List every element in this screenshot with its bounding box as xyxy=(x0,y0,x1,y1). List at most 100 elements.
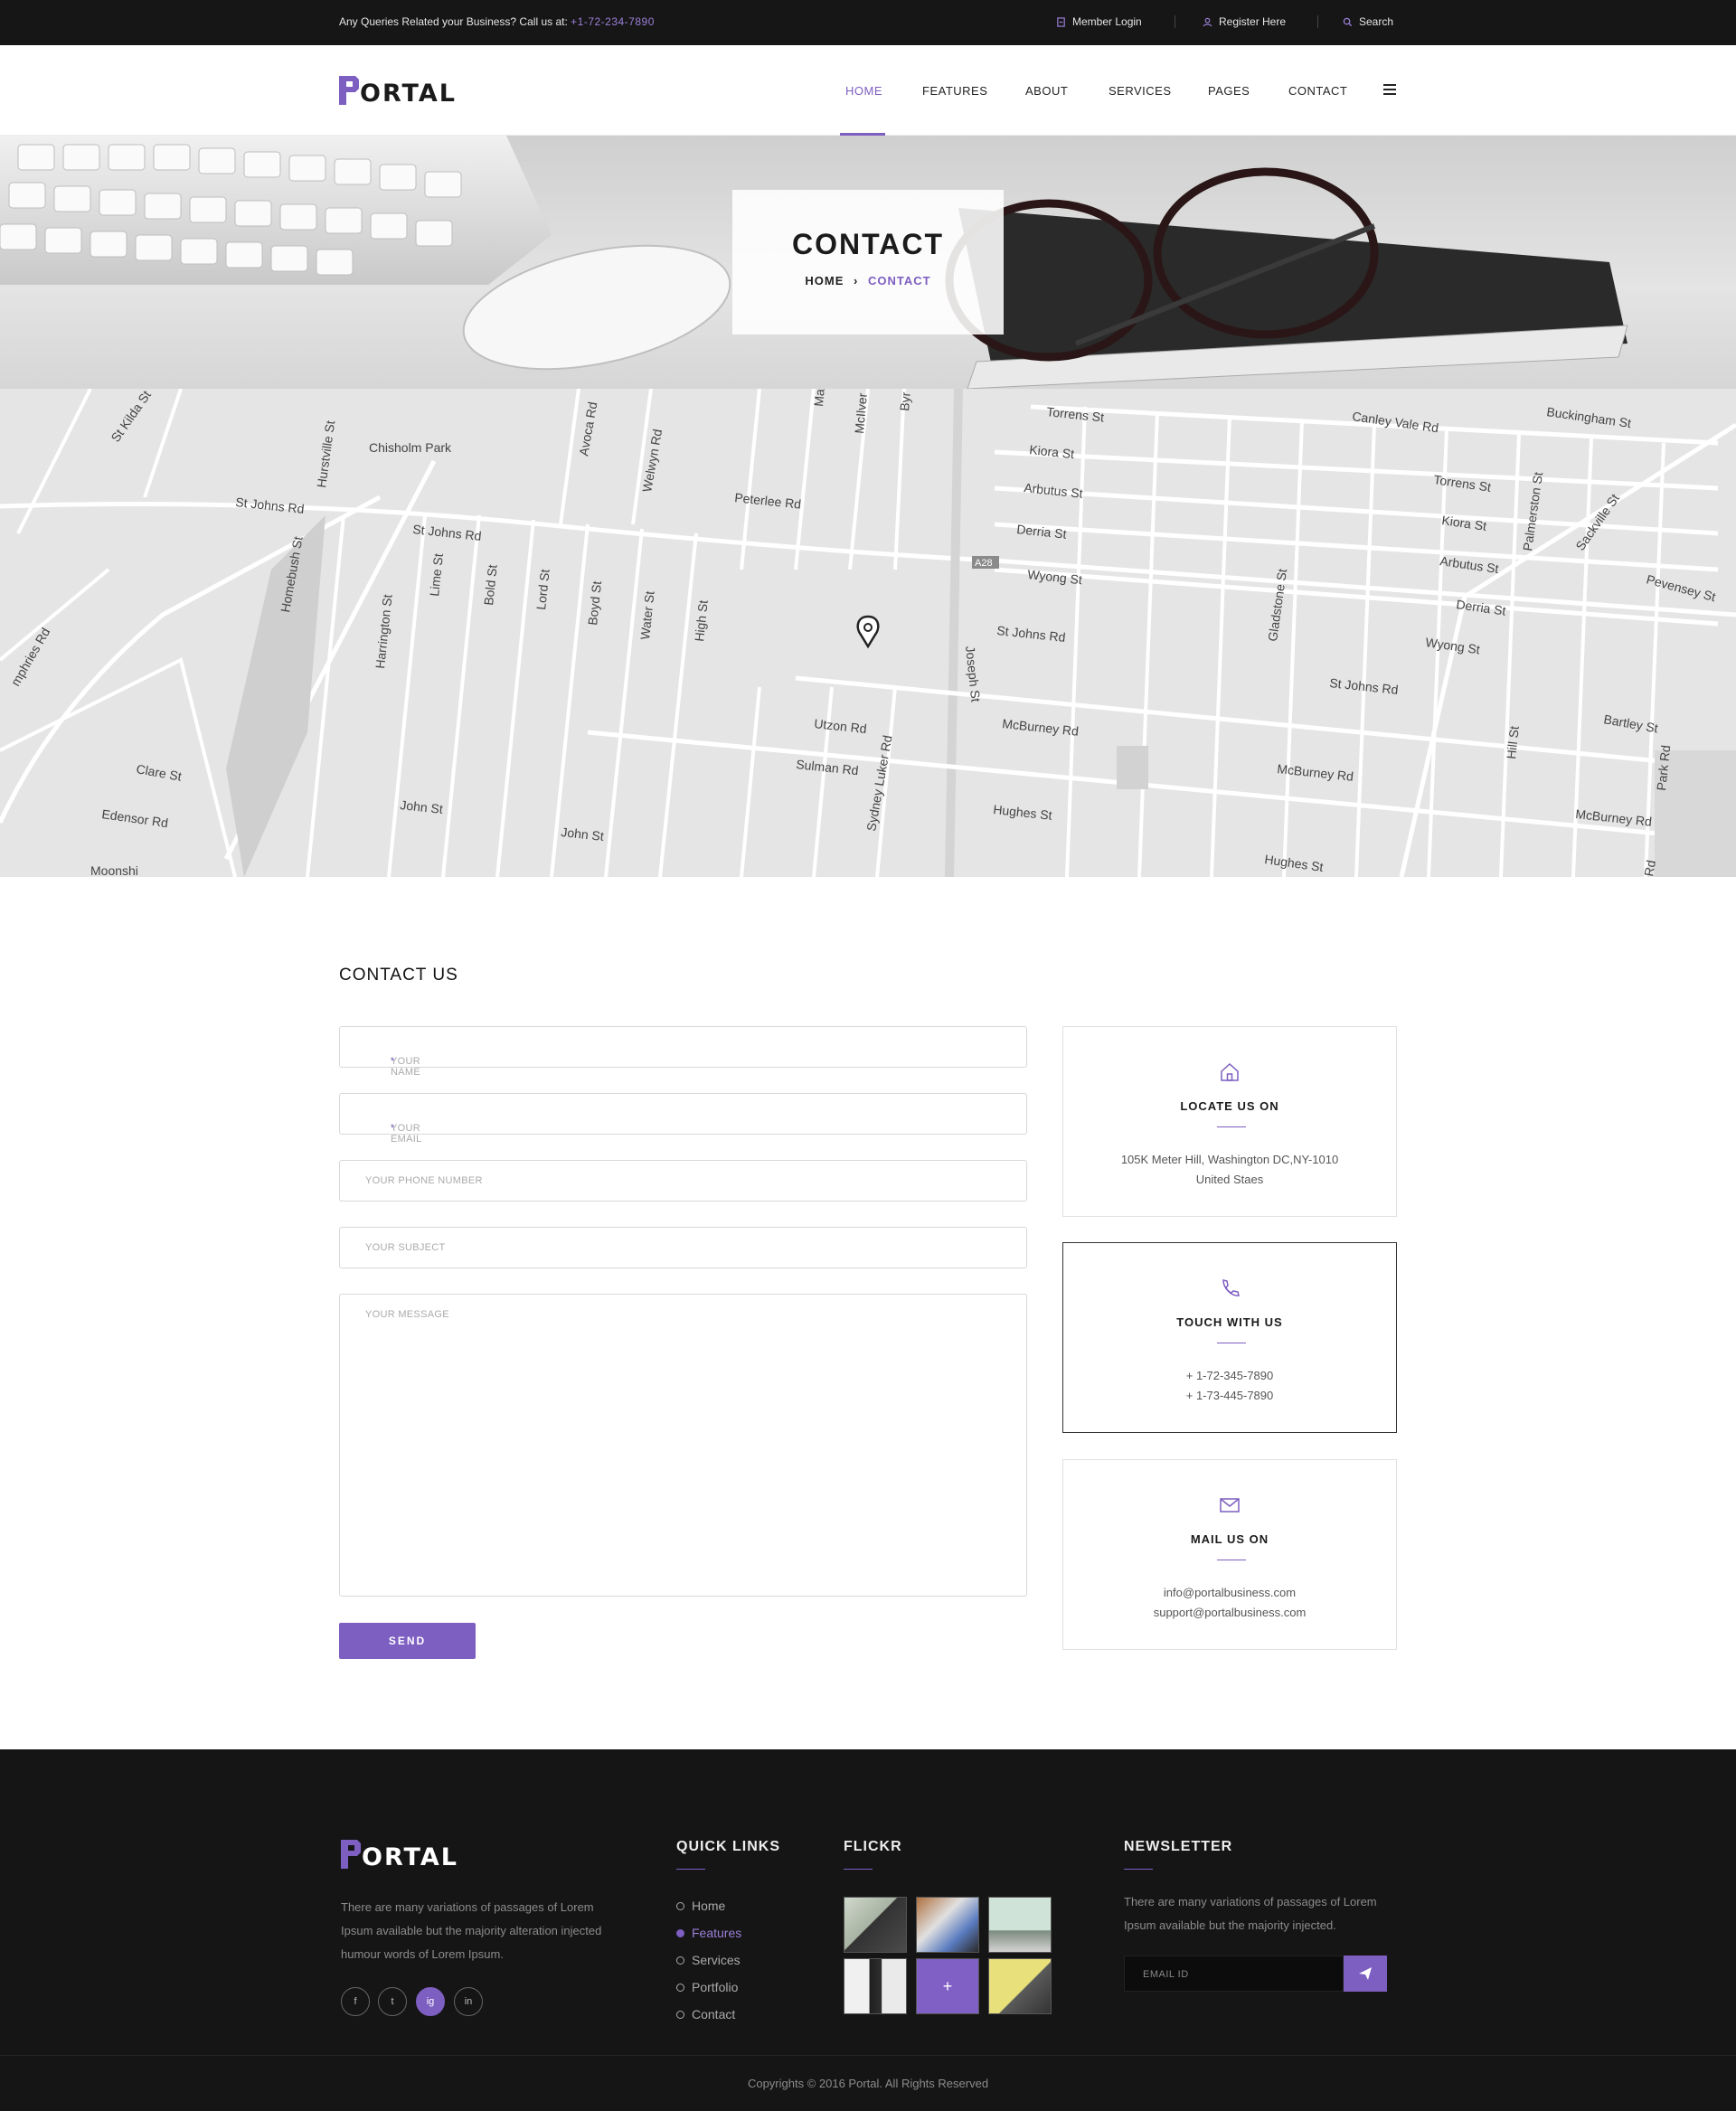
flickr-thumb-4[interactable] xyxy=(844,1958,907,2014)
phone-field[interactable]: YOUR PHONE NUMBER xyxy=(339,1160,1027,1202)
footer-link-services[interactable]: Services xyxy=(676,1953,741,1967)
top-bar: Any Queries Related your Business? Call … xyxy=(0,0,1736,45)
site-footer: ORTAL There are many variations of passa… xyxy=(0,1749,1736,2111)
mail-title: MAIL US ON xyxy=(1190,1532,1269,1546)
logo-mark-icon xyxy=(341,1840,361,1869)
svg-text:St Johns Rd: St Johns Rd xyxy=(996,623,1067,645)
flickr-thumb-5-plus-icon[interactable]: + xyxy=(916,1958,979,2014)
svg-text:St Johns Rd: St Johns Rd xyxy=(235,495,306,516)
svg-text:Derria St: Derria St xyxy=(1456,597,1507,618)
member-login-link[interactable]: Member Login xyxy=(1056,15,1142,28)
svg-text:Avoca Rd: Avoca Rd xyxy=(576,401,599,457)
breadcrumb-current: CONTACT xyxy=(868,274,931,287)
newsletter-title: NEWSLETTER xyxy=(1124,1839,1233,1854)
email-field[interactable]: YOUR EMAIL * xyxy=(339,1093,1027,1145)
flickr-thumb-6[interactable] xyxy=(988,1958,1052,2014)
bullet-icon xyxy=(676,1901,684,1910)
divider xyxy=(676,1869,705,1870)
map-pin-icon[interactable] xyxy=(856,615,880,649)
logo-text: ORTAL xyxy=(360,79,457,108)
locate-title: LOCATE US ON xyxy=(1180,1099,1279,1113)
nav-about[interactable]: ABOUT xyxy=(1025,84,1068,98)
phone-icon xyxy=(1222,1279,1240,1296)
envelope-icon xyxy=(1220,1498,1240,1513)
message-field[interactable]: YOUR MESSAGE xyxy=(339,1294,1027,1597)
svg-text:Water St: Water St xyxy=(637,590,657,640)
logo[interactable]: ORTAL xyxy=(339,75,457,108)
login-icon xyxy=(1057,16,1065,27)
svg-text:McIlver: McIlver xyxy=(852,392,870,435)
newsletter-email-input[interactable]: EMAIL ID xyxy=(1124,1956,1344,1992)
footer-logo[interactable]: ORTAL xyxy=(341,1839,458,1871)
svg-text:Canley Vale Rd: Canley Vale Rd xyxy=(1352,409,1440,435)
map-canvas[interactable]: A28 St Kilda St Chisholm Park Hurstville… xyxy=(0,389,1736,877)
svg-text:Lord St: Lord St xyxy=(533,569,552,611)
nav-pages[interactable]: PAGES xyxy=(1208,84,1250,98)
svg-text:McBurney Rd: McBurney Rd xyxy=(1002,716,1080,739)
register-link[interactable]: Register Here xyxy=(1203,15,1286,28)
banner-title-box: CONTACT HOME › CONTACT xyxy=(732,190,1004,335)
nav-features[interactable]: FEATURES xyxy=(922,84,987,98)
footer-link-portfolio[interactable]: Portfolio xyxy=(676,1980,738,1994)
flickr-title: FLICKR xyxy=(844,1839,902,1854)
footer-divider xyxy=(0,2055,1736,2056)
linkedin-icon[interactable]: in xyxy=(454,1987,483,2016)
page-title: CONTACT xyxy=(791,228,945,260)
footer-link-home[interactable]: Home xyxy=(676,1899,725,1913)
svg-text:Sydney Luker Rd: Sydney Luker Rd xyxy=(863,734,894,833)
svg-text:John St: John St xyxy=(400,797,444,816)
svg-text:Rd: Rd xyxy=(1641,859,1658,877)
svg-text:Peterlee Rd: Peterlee Rd xyxy=(734,490,802,512)
phone-line-2[interactable]: + 1-73-445-7890 xyxy=(1063,1389,1396,1402)
topbar-phone[interactable]: +1-72-234-7890 xyxy=(571,15,655,28)
flickr-thumb-2[interactable] xyxy=(916,1897,979,1953)
send-button[interactable]: SEND xyxy=(339,1623,476,1659)
bullet-icon xyxy=(676,2010,684,2019)
svg-text:Utzon Rd: Utzon Rd xyxy=(814,716,868,736)
quick-links-title: QUICK LINKS xyxy=(676,1839,780,1854)
subject-field[interactable]: YOUR SUBJECT xyxy=(339,1227,1027,1268)
touch-card: TOUCH WITH US + 1-72-345-7890 + 1-73-445… xyxy=(1062,1242,1397,1433)
site-header: ORTAL HOME FEATURES ABOUT SERVICES PAGES… xyxy=(0,45,1736,136)
user-icon xyxy=(1203,17,1212,26)
send-icon xyxy=(1359,1967,1372,1980)
bullet-icon xyxy=(676,1928,684,1937)
menu-icon[interactable] xyxy=(1383,84,1396,95)
svg-text:Derria St: Derria St xyxy=(1016,522,1068,542)
footer-link-contact[interactable]: Contact xyxy=(676,2007,735,2021)
svg-text:Byr: Byr xyxy=(897,391,913,412)
breadcrumb-home[interactable]: HOME xyxy=(805,274,844,287)
contact-query: Any Queries Related your Business? Call … xyxy=(339,15,655,28)
mail-card: MAIL US ON info@portalbusiness.com suppo… xyxy=(1062,1459,1397,1650)
search-link[interactable]: Search xyxy=(1343,15,1393,28)
bullet-icon xyxy=(676,1956,684,1965)
svg-text:Sulman Rd: Sulman Rd xyxy=(796,757,860,777)
nav-services[interactable]: SERVICES xyxy=(1109,84,1172,98)
svg-text:Clare St: Clare St xyxy=(135,761,183,784)
email-line-1[interactable]: info@portalbusiness.com xyxy=(1063,1586,1396,1599)
email-line-2[interactable]: support@portalbusiness.com xyxy=(1063,1606,1396,1619)
nav-contact[interactable]: CONTACT xyxy=(1288,84,1347,98)
facebook-icon[interactable]: f xyxy=(341,1987,370,2016)
logo-mark-icon xyxy=(339,76,359,105)
flickr-thumb-3[interactable] xyxy=(988,1897,1052,1953)
location-map[interactable]: A28 St Kilda St Chisholm Park Hurstville… xyxy=(0,389,1736,877)
svg-text:Chisholm Park: Chisholm Park xyxy=(369,440,452,455)
svg-text:Edensor Rd: Edensor Rd xyxy=(101,806,169,830)
svg-text:Hill St: Hill St xyxy=(1504,725,1522,759)
svg-text:Boyd St: Boyd St xyxy=(585,580,604,627)
nav-home[interactable]: HOME xyxy=(845,84,882,98)
flickr-thumb-1[interactable] xyxy=(844,1897,907,1953)
svg-text:Hurstville St: Hurstville St xyxy=(314,419,337,488)
name-field[interactable]: YOUR NAME * xyxy=(339,1026,1027,1078)
phone-line-1[interactable]: + 1-72-345-7890 xyxy=(1063,1369,1396,1382)
instagram-icon[interactable]: ig xyxy=(416,1987,445,2016)
svg-text:Harrington St: Harrington St xyxy=(373,594,395,670)
svg-text:Moonshi: Moonshi xyxy=(90,863,138,877)
twitter-icon[interactable]: t xyxy=(378,1987,407,2016)
address-line: 105K Meter Hill, Washington DC,NY-1010 xyxy=(1120,1153,1339,1166)
newsletter-description: There are many variations of passages of… xyxy=(1124,1895,1377,1932)
newsletter-submit-button[interactable] xyxy=(1344,1956,1387,1992)
touch-title: TOUCH WITH US xyxy=(1176,1315,1283,1329)
footer-link-features[interactable]: Features xyxy=(676,1926,741,1940)
